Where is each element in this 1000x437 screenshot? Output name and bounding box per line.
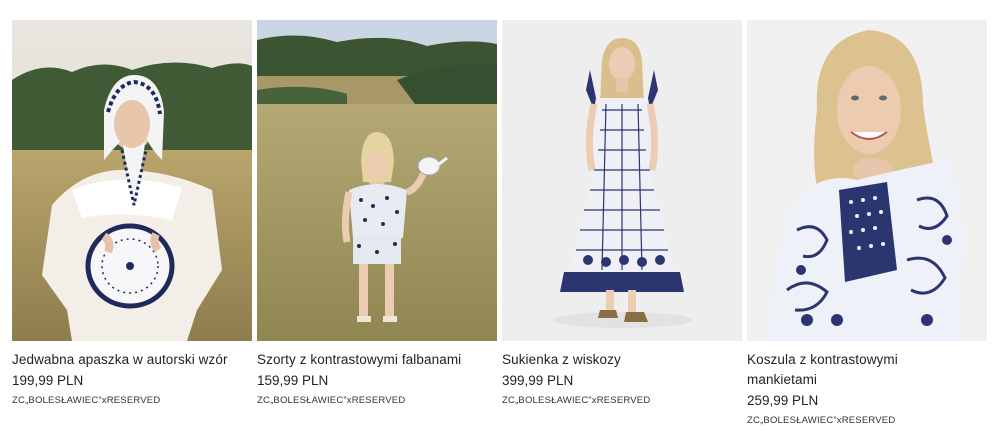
product-image[interactable] — [747, 20, 987, 341]
product-card[interactable]: Koszula z kontrastowymi mankietami 259,9… — [747, 20, 987, 428]
collection-label: ZC„BOLESŁAWIEC”xRESERVED — [12, 395, 161, 406]
product-card[interactable]: Szorty z kontrastowymi falbanami 159,99 … — [257, 20, 497, 408]
product-price: 259,99 PLN — [747, 393, 819, 408]
product-price: 159,99 PLN — [257, 373, 329, 388]
collection-label: ZC„BOLESŁAWIEC”xRESERVED — [747, 415, 896, 426]
product-grid: Jedwabna apaszka w autorski wzór 199,99 … — [0, 0, 1000, 437]
product-name[interactable]: Koszula z kontrastowymi mankietami — [747, 350, 947, 390]
product-image[interactable] — [12, 20, 252, 341]
product-card[interactable]: Sukienka z wiskozy 399,99 PLN ZC„BOLESŁA… — [502, 20, 742, 408]
product-card[interactable]: Jedwabna apaszka w autorski wzór 199,99 … — [12, 20, 252, 408]
product-name[interactable]: Sukienka z wiskozy — [502, 350, 742, 370]
product-image[interactable] — [502, 20, 742, 341]
collection-label: ZC„BOLESŁAWIEC”xRESERVED — [502, 395, 651, 406]
product-price: 199,99 PLN — [12, 373, 84, 388]
product-name[interactable]: Jedwabna apaszka w autorski wzór — [12, 350, 252, 370]
product-price: 399,99 PLN — [502, 373, 574, 388]
collection-label: ZC„BOLESŁAWIEC”xRESERVED — [257, 395, 406, 406]
product-image[interactable] — [257, 20, 497, 341]
product-name[interactable]: Szorty z kontrastowymi falbanami — [257, 350, 497, 370]
